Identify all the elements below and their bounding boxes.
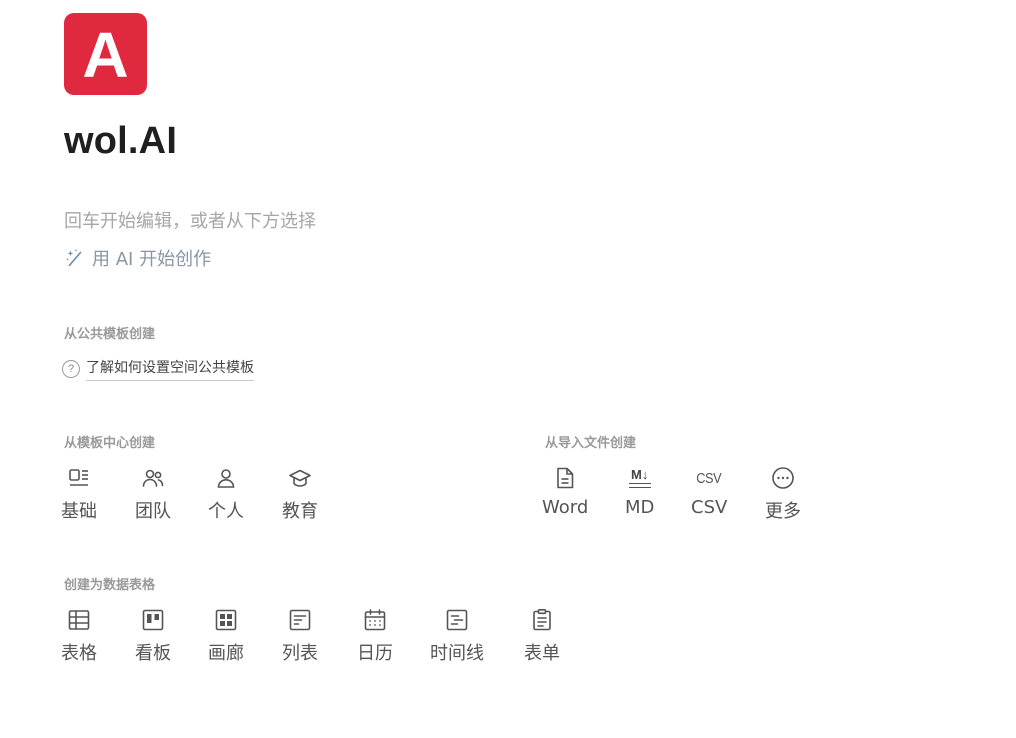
document-icon — [553, 465, 577, 491]
timeline-icon — [445, 607, 469, 633]
template-team-label: 团队 — [135, 501, 171, 522]
import-csv-option[interactable]: CSV CSV — [691, 465, 728, 519]
import-csv-label: CSV — [691, 497, 728, 518]
create-timeline-option[interactable]: 时间线 — [430, 607, 484, 665]
create-list-label: 列表 — [282, 643, 318, 664]
app-logo: A — [64, 13, 147, 95]
template-basic-option[interactable]: 基础 — [61, 465, 97, 523]
create-kanban-option[interactable]: 看板 — [135, 607, 171, 665]
template-center-heading: 从模板中心创建 — [64, 436, 156, 451]
template-personal-option[interactable]: 个人 — [208, 465, 244, 523]
kanban-icon — [141, 607, 165, 633]
csv-icon: CSV — [696, 469, 722, 487]
import-more-option[interactable]: 更多 — [765, 465, 801, 523]
template-basic-label: 基础 — [61, 501, 97, 522]
public-templates-heading: 从公共模板创建 — [64, 327, 156, 342]
markdown-icon: M↓ — [628, 465, 651, 491]
import-word-option[interactable]: Word — [542, 465, 588, 518]
learn-link-label: 了解如何设置空间公共模板 — [86, 357, 254, 381]
empty-page-hint: 回车开始编辑，或者从下方选择 — [64, 211, 316, 232]
layout-icon — [67, 465, 91, 491]
page-title: wol.AI — [64, 120, 178, 162]
create-gallery-option[interactable]: 画廊 — [208, 607, 244, 665]
import-word-label: Word — [542, 497, 589, 518]
create-timeline-label: 时间线 — [430, 643, 484, 664]
graduation-cap-icon — [288, 465, 312, 491]
create-kanban-label: 看板 — [135, 643, 171, 664]
import-files-heading: 从导入文件创建 — [545, 436, 637, 451]
magic-wand-icon — [66, 248, 82, 267]
create-form-label: 表单 — [524, 643, 560, 664]
import-md-option[interactable]: M↓ MD — [625, 465, 654, 518]
data-tables-heading: 创建为数据表格 — [64, 578, 156, 593]
gallery-icon — [214, 607, 238, 633]
create-list-option[interactable]: 列表 — [282, 607, 318, 665]
template-education-option[interactable]: 教育 — [282, 465, 318, 523]
import-more-label: 更多 — [765, 501, 801, 522]
more-circle-icon — [771, 465, 795, 491]
ai-create-label: 用 AI 开始创作 — [92, 249, 212, 270]
table-icon — [67, 607, 91, 633]
learn-public-templates-link[interactable]: ? 了解如何设置空间公共模板 — [62, 357, 254, 381]
template-team-option[interactable]: 团队 — [135, 465, 171, 523]
form-icon — [530, 607, 554, 633]
create-table-option[interactable]: 表格 — [61, 607, 97, 665]
import-md-label: MD — [625, 497, 655, 518]
calendar-icon — [363, 607, 387, 633]
template-education-label: 教育 — [282, 501, 318, 522]
question-circle-icon: ? — [62, 360, 80, 378]
team-icon — [141, 465, 165, 491]
create-gallery-label: 画廊 — [208, 643, 244, 664]
create-calendar-label: 日历 — [357, 643, 393, 664]
logo-letter: A — [82, 19, 129, 91]
create-calendar-option[interactable]: 日历 — [357, 607, 393, 665]
create-form-option[interactable]: 表单 — [524, 607, 560, 665]
ai-create-button[interactable]: 用 AI 开始创作 — [64, 245, 211, 271]
create-table-label: 表格 — [61, 643, 97, 664]
list-icon — [288, 607, 312, 633]
template-personal-label: 个人 — [208, 501, 244, 522]
person-icon — [214, 465, 238, 491]
